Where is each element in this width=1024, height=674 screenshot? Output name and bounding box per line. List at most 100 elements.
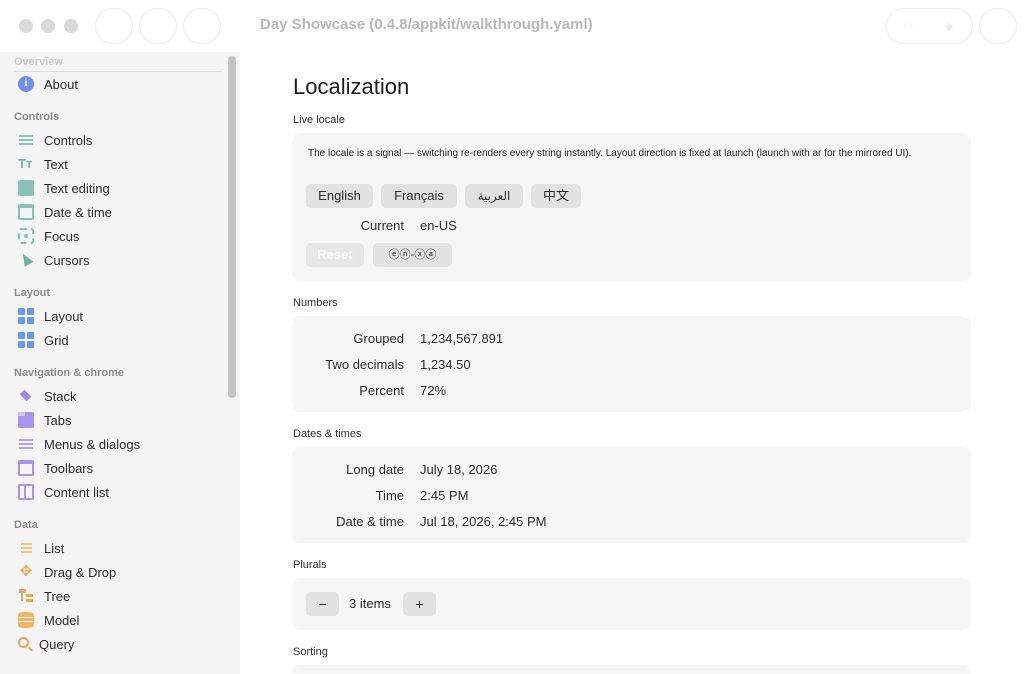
pseudo-locale-button[interactable]: ⓔⓝ-ⓧⓐ — [373, 243, 452, 267]
sidebar-item-stack[interactable]: Stack — [12, 385, 220, 407]
page-title: Localization — [293, 74, 410, 99]
locale-button-chinese[interactable]: 中文 — [531, 184, 581, 208]
sidebar-item-label: List — [44, 540, 65, 556]
sidebar-item-label: Toolbars — [44, 460, 94, 476]
numbers-card: Grouped 1,234,567.891 Two decimals 1,234… — [292, 316, 971, 412]
dates-card: Long date July 18, 2026 Time 2:45 PM Dat… — [292, 447, 971, 543]
database-icon — [18, 612, 34, 628]
sidebar-item-tabs[interactable]: Tabs — [12, 409, 220, 431]
sidebar-item-tree[interactable]: Tree — [12, 585, 220, 607]
sidebar-section-data: Data — [14, 519, 38, 531]
sidebar-item-label: Drag & Drop — [44, 564, 117, 580]
sidebar-section-overview: Overview — [14, 56, 63, 68]
current-locale-value: en-US — [420, 218, 457, 233]
increment-button[interactable]: + — [403, 592, 436, 616]
sidebar-item-toolbars[interactable]: Toolbars — [12, 457, 220, 479]
back-button[interactable] — [139, 8, 177, 44]
section-plurals-label: Plurals — [293, 559, 327, 571]
sidebar-item-focus[interactable]: Focus — [12, 225, 220, 247]
locale-description: The locale is a signal — switching re-re… — [308, 148, 912, 159]
forward-button[interactable] — [183, 8, 221, 44]
sidebar-item-label: About — [44, 76, 78, 92]
sidebar-item-label: Content list — [44, 484, 110, 500]
sidebar-item-text[interactable]: Tт Text — [12, 153, 220, 175]
sidebar-item-label: Stack — [44, 388, 77, 404]
sidebar-item-menus-dialogs[interactable]: Menus & dialogs — [12, 433, 220, 455]
locale-button-english[interactable]: English — [306, 184, 373, 208]
edit-icon — [18, 180, 34, 196]
tabs-icon — [18, 412, 34, 428]
sidebar-item-list[interactable]: List — [12, 537, 220, 559]
row-label-percent: Percent — [359, 383, 404, 398]
close-window-button[interactable] — [19, 19, 33, 33]
sidebar-item-query[interactable]: Query — [12, 633, 220, 655]
sidebar-item-model[interactable]: Model — [12, 609, 220, 631]
search-icon — [18, 637, 29, 648]
decrement-button[interactable]: − — [306, 592, 339, 616]
sorting-card — [292, 665, 971, 674]
focus-icon — [18, 228, 34, 244]
section-dates-label: Dates & times — [293, 428, 362, 440]
reset-button[interactable]: Reset — [306, 243, 364, 267]
sidebar-item-drag-drop[interactable]: ✥ Drag & Drop — [12, 561, 220, 583]
sliders-icon — [18, 132, 34, 148]
row-value-percent: 72% — [420, 383, 447, 398]
drag-icon: ✥ — [19, 563, 33, 580]
sidebar-item-label: Menus & dialogs — [44, 436, 141, 452]
chevron-icon: ‹ › — [903, 20, 914, 32]
row-label-two-decimals: Two decimals — [325, 357, 404, 372]
sidebar-item-about[interactable]: i About — [12, 73, 220, 95]
sidebar-toggle-button[interactable] — [95, 8, 133, 44]
sidebar-item-label: Model — [44, 612, 80, 628]
current-locale-label: Current — [360, 218, 404, 233]
sidebar-item-label: Tree — [44, 588, 71, 604]
sidebar-item-grid[interactable]: Grid — [12, 329, 220, 351]
sidebar-item-label: Query — [39, 636, 75, 652]
stack-icon — [18, 388, 34, 404]
sidebar-item-label: Cursors — [44, 252, 90, 268]
sidebar-item-cursors[interactable]: Cursors — [12, 249, 220, 271]
locale-button-arabic[interactable]: العربية — [465, 184, 523, 208]
plural-count-value: 3 items — [349, 596, 391, 611]
info-icon: i — [18, 76, 34, 92]
sidebar-scroll-thumb[interactable] — [228, 56, 236, 398]
live-locale-card: The locale is a signal — switching re-re… — [292, 133, 971, 281]
toolbar-more-button[interactable] — [979, 8, 1017, 44]
content-list-icon — [18, 484, 34, 500]
main-content: Localization Live locale The locale is a… — [240, 52, 1024, 674]
share-icon: ◆ — [945, 21, 954, 33]
zoom-window-button[interactable] — [64, 19, 78, 33]
sidebar-item-controls[interactable]: Controls — [12, 129, 220, 151]
row-value-time: 2:45 PM — [420, 488, 469, 503]
window-title: Day Showcase (0.4.8/appkit/walkthrough.y… — [260, 16, 593, 33]
sidebar-item-date-time[interactable]: Date & time — [12, 201, 220, 223]
plurals-card: − 3 items + — [292, 578, 971, 630]
cursor-icon — [18, 252, 34, 268]
toolbar-icon — [18, 460, 34, 476]
row-label-long-date: Long date — [346, 462, 404, 477]
locale-button-french[interactable]: Français — [381, 184, 457, 208]
section-numbers-label: Numbers — [293, 297, 338, 309]
sidebar-item-label: Date & time — [44, 204, 112, 220]
tree-icon — [18, 588, 34, 604]
sidebar-item-layout[interactable]: Layout — [12, 305, 220, 327]
toolbar-segmented-button[interactable]: ‹ › ◆ — [886, 8, 973, 44]
row-label-grouped: Grouped — [353, 331, 404, 346]
minimize-window-button[interactable] — [41, 19, 55, 33]
sidebar-section-controls: Controls — [14, 111, 60, 123]
text-icon: Tт — [18, 156, 33, 171]
sidebar-item-label: Layout — [44, 308, 84, 324]
title-bar: Day Showcase (0.4.8/appkit/walkthrough.y… — [0, 0, 1024, 52]
sidebar-item-label: Tabs — [44, 412, 72, 428]
sidebar-section-navigation: Navigation & chrome — [14, 367, 125, 379]
row-value-date-time: Jul 18, 2026, 2:45 PM — [420, 514, 547, 529]
sidebar-item-content-list[interactable]: Content list — [12, 481, 220, 503]
sidebar: Overview i About Controls Controls Tт Te… — [0, 52, 240, 674]
row-value-two-decimals: 1,234.50 — [420, 357, 471, 372]
sidebar-item-label: Text — [44, 156, 68, 172]
list-icon — [18, 540, 34, 556]
row-value-grouped: 1,234,567.891 — [420, 331, 504, 346]
sidebar-item-label: Grid — [44, 332, 69, 348]
sidebar-item-label: Focus — [44, 228, 80, 244]
sidebar-item-text-editing[interactable]: Text editing — [12, 177, 220, 199]
